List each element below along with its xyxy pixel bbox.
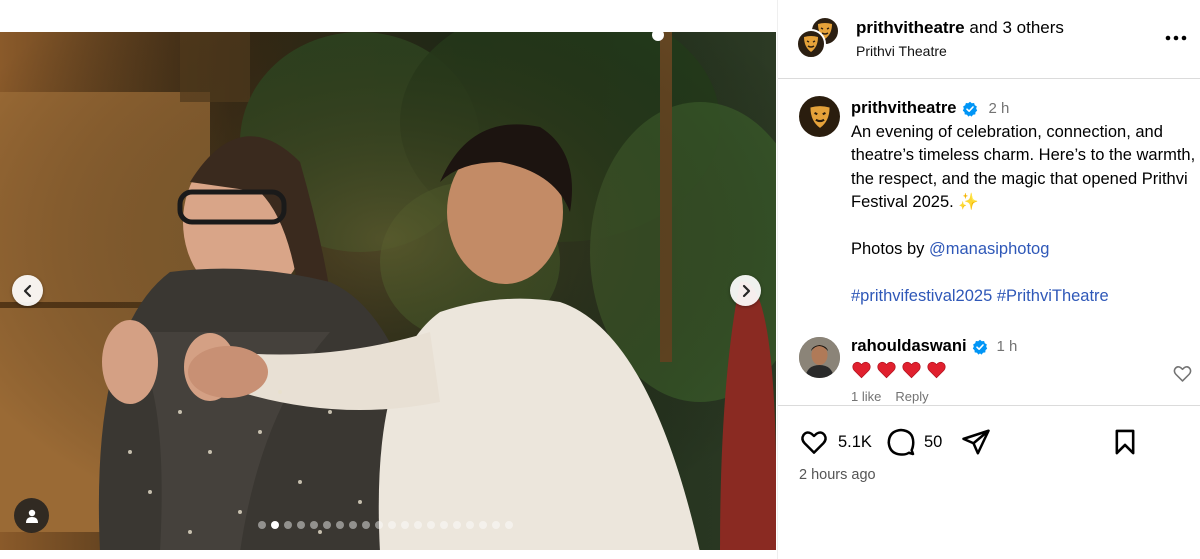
carousel-dot [310, 521, 318, 529]
carousel-dot [362, 521, 370, 529]
carousel-dot [336, 521, 344, 529]
hashtag-link[interactable]: #PrithviTheatre [997, 287, 1109, 305]
next-photo-button[interactable] [730, 275, 761, 306]
chevron-right-icon [742, 284, 750, 297]
photo-credit: Photos by @manasiphotog [851, 238, 1196, 262]
more-horizontal-icon [1165, 35, 1187, 41]
post-side-panel: prithvitheatre and 3 others Prithvi Thea… [777, 0, 1200, 559]
save-button[interactable] [1111, 426, 1139, 458]
caption: prithvitheatre 2 h An evening of celebra… [851, 97, 1196, 309]
user-icon [25, 509, 38, 523]
heart-outline-icon [801, 431, 827, 454]
mention-link[interactable]: @manasiphotog [929, 240, 1049, 258]
comment-time: 1 h [996, 338, 1018, 355]
carousel-dot [466, 521, 474, 529]
caption-text-body: An evening of celebration, connection, a… [851, 122, 1200, 212]
carousel-dot [479, 521, 487, 529]
carousel-dot [297, 521, 305, 529]
hashtag-link[interactable]: #prithvifestival2025 [851, 287, 992, 305]
comment: rahouldaswani 1 h 1 like Reply [778, 336, 1200, 405]
carousel-dot [453, 521, 461, 529]
carousel-dot [440, 521, 448, 529]
tagged-users-button[interactable] [14, 498, 49, 533]
carousel-dot [427, 521, 435, 529]
sparkles-icon: ✨ [958, 193, 979, 211]
carousel-dot [323, 521, 331, 529]
comments-count[interactable]: 50 [924, 433, 942, 452]
photo-credit-label: Photos by [851, 240, 929, 258]
comment-bubble-icon [887, 428, 915, 456]
collab-avatars[interactable] [796, 16, 842, 62]
chevron-left-icon [23, 284, 31, 297]
heart-outline-icon[interactable] [1172, 363, 1193, 384]
hashtags: #prithvifestival2025 #PrithviTheatre [851, 285, 1196, 309]
comment-avatar[interactable] [799, 337, 840, 378]
red-heart-icon [902, 361, 921, 379]
caption-username[interactable]: prithvitheatre [851, 97, 956, 121]
verified-badge-icon [963, 101, 978, 117]
comment-username[interactable]: rahouldaswani [851, 337, 967, 356]
carousel-dot [505, 521, 513, 529]
red-heart-icon [877, 361, 896, 379]
bookmark-icon [1115, 429, 1135, 455]
red-heart-icon [852, 361, 871, 379]
likes-count[interactable]: 5.1K [838, 433, 872, 452]
comment-reply-button[interactable]: Reply [895, 389, 928, 404]
post-header: prithvitheatre and 3 others Prithvi Thea… [778, 0, 1200, 79]
more-options-button[interactable] [1165, 30, 1187, 46]
comments-area[interactable]: prithvitheatre 2 h An evening of celebra… [778, 80, 1200, 405]
post-timestamp: 2 hours ago [799, 467, 876, 483]
comment-button[interactable]: 50 [886, 426, 942, 458]
carousel-dot [271, 521, 279, 529]
previous-photo-button[interactable] [12, 275, 43, 306]
carousel-dot [388, 521, 396, 529]
caption-text: An evening of celebration, connection, a… [851, 121, 1196, 215]
carousel-dot [414, 521, 422, 529]
theatre-mask-icon [809, 105, 830, 128]
carousel-dot [258, 521, 266, 529]
carousel-dot [492, 521, 500, 529]
carousel-dot [401, 521, 409, 529]
post-location[interactable]: Prithvi Theatre [856, 43, 1064, 59]
header-collab-others[interactable]: and 3 others [969, 18, 1064, 37]
photo-image [0, 32, 776, 550]
carousel-dot [284, 521, 292, 529]
verified-badge-icon [972, 339, 987, 355]
like-button[interactable]: 5.1K [798, 426, 872, 458]
caption-avatar[interactable] [799, 96, 840, 137]
action-bar: 5.1K 50 2 hours ago [778, 405, 1200, 559]
avatar [796, 29, 826, 59]
theatre-mask-icon [804, 36, 818, 52]
carousel-indicator [258, 521, 513, 531]
carousel-dot [375, 521, 383, 529]
comment-text [851, 360, 1017, 379]
paper-plane-icon [962, 429, 990, 455]
header-username[interactable]: prithvitheatre [856, 18, 965, 37]
red-heart-icon [927, 361, 946, 379]
post-header-text: prithvitheatre and 3 others Prithvi Thea… [856, 18, 1064, 59]
caption-time: 2 h [988, 100, 1010, 117]
carousel-dot [349, 521, 357, 529]
post-photo[interactable] [0, 32, 776, 550]
avatar [799, 337, 840, 378]
comment-likes-count[interactable]: 1 like [851, 389, 881, 404]
share-button[interactable] [961, 426, 991, 458]
